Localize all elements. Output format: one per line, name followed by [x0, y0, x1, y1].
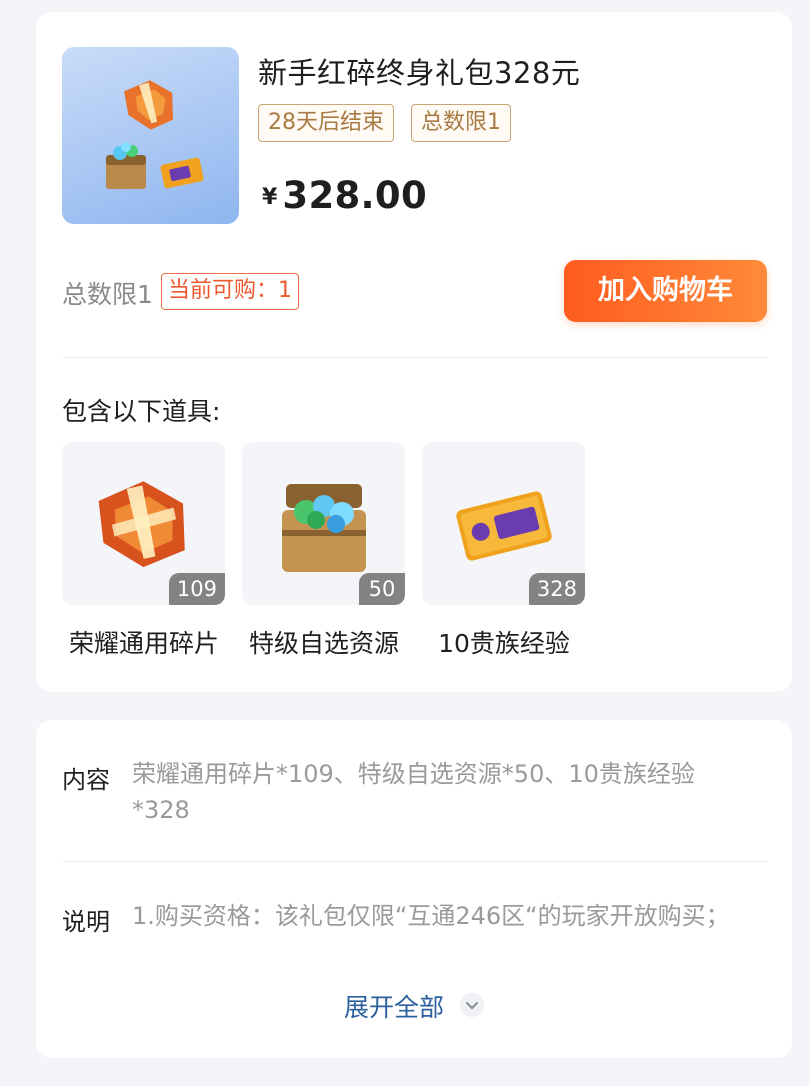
item-name: 特级自选资源: [248, 629, 399, 658]
item-qty: 50: [359, 573, 405, 605]
divider: [62, 357, 768, 358]
item-qty: 328: [528, 573, 585, 605]
item-tile-honor-fragment[interactable]: 109: [62, 442, 225, 605]
item-name: 10贵族经验: [438, 629, 570, 658]
content-text: 荣耀通用碎片*109、特级自选资源*50、10贵族经验*328: [132, 760, 695, 824]
pack-title: 新手红碎终身礼包328元: [258, 56, 581, 90]
details-card: 内容 荣耀通用碎片*109、特级自选资源*50、10贵族经验*328 说明 1.…: [36, 720, 792, 1058]
add-to-cart-button[interactable]: 加入购物车: [564, 260, 767, 322]
includes-title: 包含以下道具:: [62, 397, 221, 426]
end-time-tag: 28天后结束: [258, 104, 394, 142]
currency-symbol: ¥: [262, 185, 278, 210]
price-value: 328.00: [282, 174, 427, 217]
description-text: 1.购买资格：该礼包仅限“互通246区“的玩家开放购买；: [132, 902, 730, 930]
can-buy-badge: 当前可购：1: [161, 273, 299, 310]
expand-all-link[interactable]: 展开全部: [344, 988, 444, 1024]
divider: [62, 861, 768, 862]
limit-tag: 总数限1: [411, 104, 511, 142]
item-tile-noble-card[interactable]: 328: [422, 442, 585, 605]
total-limit-text: 总数限1: [62, 280, 153, 309]
item-tile-resource-chest[interactable]: 50: [242, 442, 405, 605]
content-label: 内容: [62, 766, 110, 794]
chevron-down-icon[interactable]: [460, 993, 484, 1017]
gift-pack-image: [62, 47, 239, 224]
item-name: 荣耀通用碎片: [68, 629, 219, 658]
item-qty: 109: [168, 573, 225, 605]
price: ¥ 328.00: [262, 174, 427, 217]
description-label: 说明: [62, 908, 110, 936]
pack-card: 新手红碎终身礼包328元 28天后结束 总数限1 ¥ 328.00 总数限1 当…: [36, 12, 792, 692]
